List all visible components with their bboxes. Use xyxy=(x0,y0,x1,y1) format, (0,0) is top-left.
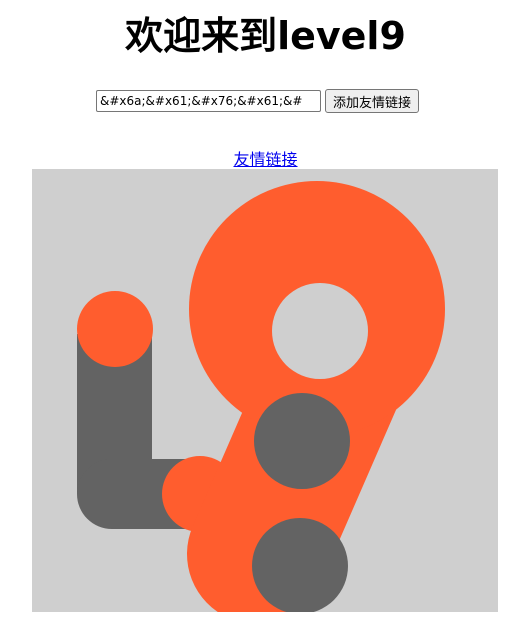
logo-nine-hole xyxy=(272,283,368,379)
link-input[interactable] xyxy=(96,90,321,112)
add-friend-link-button[interactable]: 添加友情链接 xyxy=(325,89,420,113)
logo-nine-bottom-circle xyxy=(252,518,348,612)
link-row: 友情链接 xyxy=(0,146,531,170)
level9-logo-image xyxy=(32,169,498,612)
logo-l-top-circle xyxy=(77,291,153,367)
friend-link[interactable]: 友情链接 xyxy=(233,150,297,169)
page-title: 欢迎来到level9 xyxy=(125,14,406,58)
logo-nine-middle-circle xyxy=(254,393,350,489)
add-link-form: 添加友情链接 xyxy=(96,89,420,113)
